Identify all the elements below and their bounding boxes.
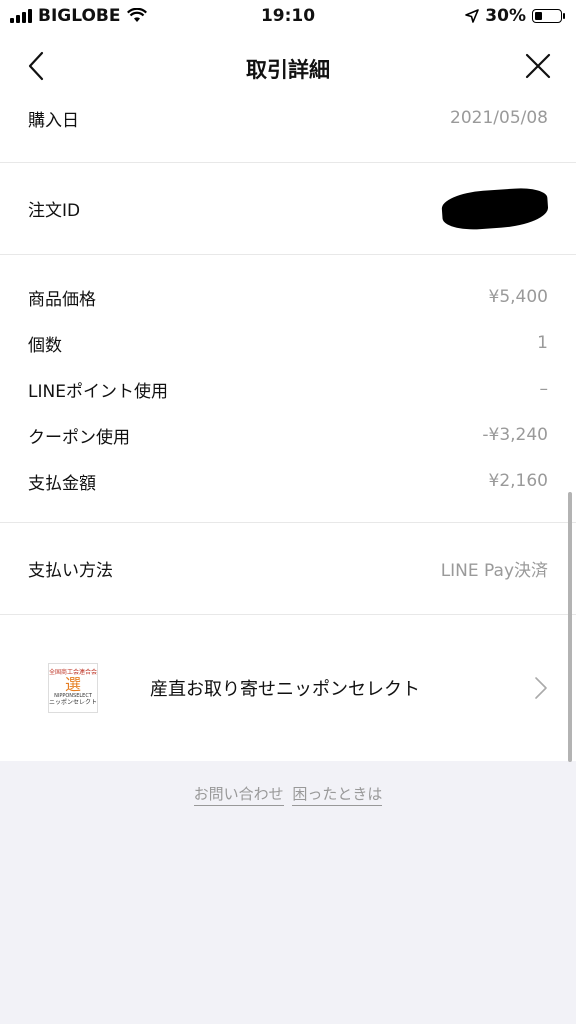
- battery-percent: 30%: [485, 6, 526, 26]
- shop-name: 産直お取り寄せニッポンセレクト: [150, 679, 420, 700]
- price-value: ¥5,400: [488, 287, 548, 307]
- coupon-value: -¥3,240: [482, 425, 548, 445]
- shop-link[interactable]: 全国商工会連合会 選 NIPPONSELECT ニッポンセレクト 産直お取り寄せ…: [0, 615, 576, 761]
- chevron-right-icon: [535, 677, 547, 699]
- purchase-date-label: 購入日: [28, 110, 79, 131]
- purchase-date-value: 2021/05/08: [450, 108, 548, 128]
- navigation-bar: 取引詳細: [0, 34, 576, 98]
- battery-icon: [532, 9, 565, 23]
- quantity-row: 個数 1: [0, 320, 576, 366]
- price-section: 商品価格 ¥5,400 個数 1 LINEポイント使用 – クーポン使用 -¥3…: [0, 255, 576, 523]
- price-row: 商品価格 ¥5,400: [0, 274, 576, 320]
- purchase-date-section: 購入日 2021/05/08: [0, 98, 576, 163]
- logo-jp: ニッポンセレクト: [49, 698, 98, 706]
- price-label: 商品価格: [28, 289, 96, 310]
- coupon-label: クーポン使用: [28, 427, 130, 448]
- line-points-label: LINEポイント使用: [28, 381, 168, 402]
- total-value: ¥2,160: [488, 471, 548, 491]
- payment-method-label: 支払い方法: [28, 561, 113, 581]
- close-button[interactable]: [520, 48, 556, 84]
- quantity-value: 1: [537, 333, 548, 353]
- help-link[interactable]: 困ったときは: [292, 785, 383, 806]
- payment-method-value: LINE Pay決済: [440, 561, 548, 581]
- order-id-row: 注文ID: [0, 185, 576, 232]
- status-right: 30%: [465, 6, 565, 26]
- redacted-order-id: [440, 185, 550, 232]
- coupon-row: クーポン使用 -¥3,240: [0, 412, 576, 458]
- order-id-label: 注文ID: [28, 201, 81, 221]
- location-arrow-icon: [465, 9, 480, 23]
- quantity-label: 個数: [28, 335, 62, 356]
- content-area: BIGLOBE 19:10 30% 取引詳細 購入日 2021/05/08 注文…: [0, 0, 576, 761]
- order-id-section: 注文ID: [0, 163, 576, 255]
- payment-method-row: 支払い方法 LINE Pay決済: [0, 546, 576, 592]
- total-label: 支払金額: [28, 473, 96, 494]
- scrollbar[interactable]: [568, 492, 572, 762]
- page-title: 取引詳細: [246, 58, 330, 82]
- logo-char: 選: [64, 675, 81, 695]
- line-points-value: –: [539, 379, 549, 399]
- total-row: 支払金額 ¥2,160: [0, 458, 576, 504]
- contact-link[interactable]: お問い合わせ: [193, 785, 284, 806]
- shop-logo: 全国商工会連合会 選 NIPPONSELECT ニッポンセレクト: [48, 663, 98, 713]
- footer-links: お問い合わせ 困ったときは: [0, 761, 576, 806]
- status-bar: BIGLOBE 19:10 30%: [0, 0, 576, 34]
- purchase-date-row: 購入日 2021/05/08: [0, 98, 576, 138]
- payment-section: 支払い方法 LINE Pay決済: [0, 523, 576, 615]
- line-points-row: LINEポイント使用 –: [0, 366, 576, 412]
